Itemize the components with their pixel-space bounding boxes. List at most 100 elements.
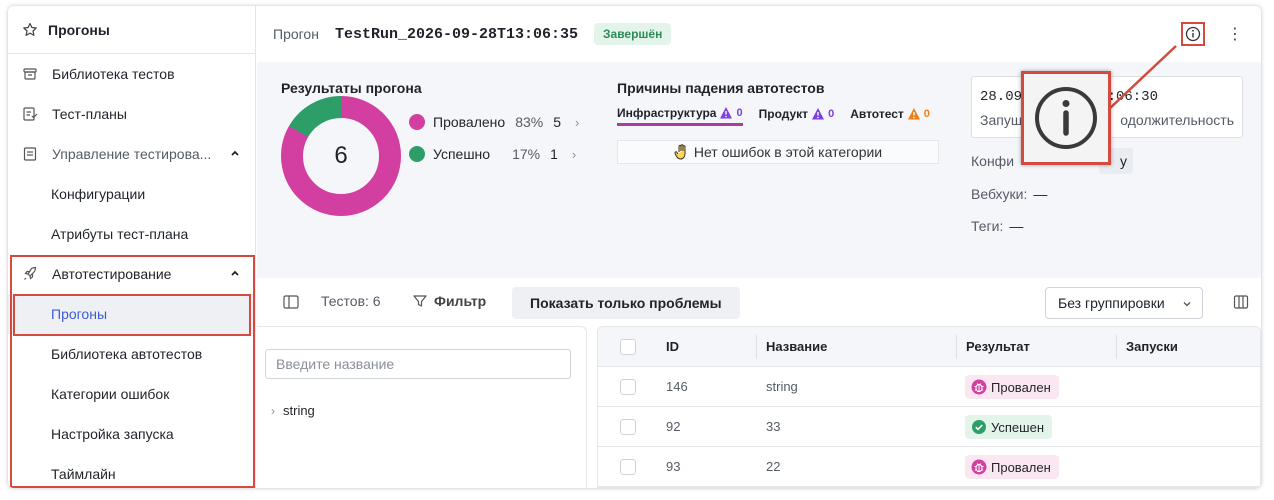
- grouping-select[interactable]: Без группировки: [1045, 287, 1203, 319]
- sidebar-item-label: Управление тестирова...: [52, 146, 212, 162]
- sidebar-item-label: Библиотека тестов: [52, 66, 175, 82]
- page-title: TestRun_2026-09-28T13:06:35: [334, 25, 578, 43]
- started-label: Запущ: [980, 112, 1023, 128]
- sidebar-item-test-library[interactable]: Библиотека тестов: [8, 54, 255, 94]
- info-icon: [1035, 87, 1097, 149]
- column-divider: [956, 335, 957, 359]
- tests-count: Тестов: 6: [321, 293, 381, 309]
- run-time: :06:30: [1107, 89, 1158, 105]
- tab-infrastructure[interactable]: Инфраструктура 0: [617, 102, 743, 126]
- bug-icon: [971, 459, 987, 475]
- legend-percent: 83%: [515, 114, 544, 130]
- legend-count: 1: [550, 146, 558, 162]
- tab-label: Автотест: [850, 107, 904, 121]
- sidebar-item-test-management[interactable]: Управление тестирова...: [8, 134, 255, 174]
- chevron-right-icon: ›: [575, 114, 580, 130]
- tab-count: 0: [736, 106, 743, 119]
- tab-autotest[interactable]: Автотест 0: [850, 102, 930, 126]
- sidebar-item-label: Таймлайн: [51, 466, 116, 482]
- tree-panel: › string: [257, 326, 587, 488]
- legend-percent: 17%: [512, 146, 541, 162]
- tree-node-label: string: [283, 403, 315, 418]
- sidebar-item-configurations[interactable]: Конфигурации: [8, 174, 255, 214]
- info-button[interactable]: [1181, 22, 1205, 46]
- column-divider: [756, 335, 757, 359]
- sidebar-item-label: Прогоны: [51, 306, 108, 322]
- column-name[interactable]: Название: [766, 339, 827, 354]
- table-row[interactable]: 92 33 Успешен: [598, 407, 1260, 447]
- breadcrumb: Прогон: [273, 26, 319, 42]
- row-checkbox[interactable]: [620, 379, 636, 395]
- tab-label: Продукт: [758, 107, 809, 121]
- sidebar-item-error-categories[interactable]: Категории ошибок: [8, 374, 255, 414]
- sidebar-item-autotest-library[interactable]: Библиотека автотестов: [8, 334, 255, 374]
- sidebar-item-label: Библиотека автотестов: [51, 346, 203, 362]
- tags-label: Теги:: [971, 218, 1004, 234]
- sidebar-item-launch-settings[interactable]: Настройка запуска: [8, 414, 255, 454]
- legend-label: Провалено: [433, 114, 506, 130]
- cell-name: 22: [766, 459, 781, 474]
- no-errors-text: Нет ошибок в этой категории: [693, 144, 883, 160]
- select-all-checkbox[interactable]: [620, 339, 636, 355]
- filter-icon: [413, 295, 427, 307]
- checklist-icon: [23, 107, 38, 121]
- warning-icon: [720, 106, 733, 118]
- warning-icon: [812, 108, 825, 120]
- search-input[interactable]: [265, 349, 571, 379]
- tests-table: ID Название Результат Запуски 146 string…: [597, 326, 1261, 488]
- tab-product[interactable]: Продукт 0: [759, 102, 835, 126]
- tab-label: Инфраструктура: [617, 105, 717, 120]
- sidebar-item-runs[interactable]: Прогоны: [8, 294, 255, 334]
- document-icon: [23, 147, 37, 161]
- legend-count: 5: [553, 114, 562, 130]
- sidebar-toggle-icon[interactable]: [283, 295, 299, 309]
- causes-tabs: Инфраструктура 0 Продукт 0 Автотест 0: [617, 102, 930, 126]
- sidebar-item-test-plans[interactable]: Тест-планы: [8, 94, 255, 134]
- table-header: ID Название Результат Запуски: [598, 327, 1260, 367]
- sidebar-title: Прогоны: [48, 21, 110, 38]
- warning-icon: [907, 108, 920, 120]
- tab-count: 0: [828, 108, 835, 120]
- cell-name: 33: [766, 419, 781, 434]
- sidebar-item-label: Категории ошибок: [51, 386, 170, 402]
- chevron-right-icon: ›: [571, 146, 577, 162]
- status-badge: Завершён: [594, 23, 672, 45]
- run-date: 28.09: [980, 89, 1023, 105]
- sidebar-item-plan-attributes[interactable]: Атрибуты тест-плана: [8, 214, 255, 254]
- more-menu-icon[interactable]: ⋮: [1227, 24, 1243, 44]
- cell-id: 146: [666, 379, 688, 394]
- tags-value: —: [1009, 218, 1024, 234]
- sidebar-item-autotesting[interactable]: Автотестирование: [8, 254, 255, 294]
- column-divider: [1116, 335, 1117, 359]
- tree-node[interactable]: › string: [271, 403, 315, 418]
- filter-button[interactable]: Фильтр: [413, 293, 486, 309]
- row-checkbox[interactable]: [620, 459, 636, 475]
- show-problems-button[interactable]: Показать только проблемы: [512, 287, 740, 319]
- config-label: Конфи: [971, 153, 1015, 169]
- filter-label: Фильтр: [434, 293, 487, 309]
- result-badge: Провален: [965, 375, 1059, 399]
- column-result[interactable]: Результат: [966, 339, 1030, 354]
- webhooks-label: Вебхуки:: [971, 186, 1028, 202]
- row-checkbox[interactable]: [620, 419, 636, 435]
- sidebar-item-timeline[interactable]: Таймлайн: [8, 454, 255, 488]
- sidebar-item-label: Конфигурации: [51, 186, 146, 202]
- sidebar-header[interactable]: Прогоны: [8, 6, 255, 54]
- table-row[interactable]: 146 string Провален: [598, 367, 1260, 407]
- sidebar: Прогоны Библиотека тестов Тест-планы Упр…: [8, 6, 256, 488]
- webhooks-value: —: [1033, 186, 1048, 202]
- legend-passed[interactable]: Успешно 17% 1 ›: [409, 144, 576, 164]
- cell-id: 93: [666, 459, 681, 474]
- result-badge: Успешен: [965, 415, 1052, 439]
- columns-icon[interactable]: [1233, 294, 1249, 310]
- legend-failed[interactable]: Провалено 83% 5 ›: [409, 112, 579, 132]
- result-badge: Провален: [965, 455, 1059, 479]
- column-runs[interactable]: Запуски: [1126, 339, 1178, 354]
- column-id[interactable]: ID: [666, 339, 679, 354]
- tests-toolbar: Тестов: 6 Фильтр Показать только проблем…: [257, 278, 1261, 326]
- check-circle-icon: [972, 420, 986, 434]
- table-row[interactable]: 93 22 Провален: [598, 447, 1260, 487]
- chevron-up-icon[interactable]: [229, 267, 241, 279]
- cell-id: 92: [666, 419, 681, 434]
- chevron-up-icon[interactable]: [229, 147, 241, 159]
